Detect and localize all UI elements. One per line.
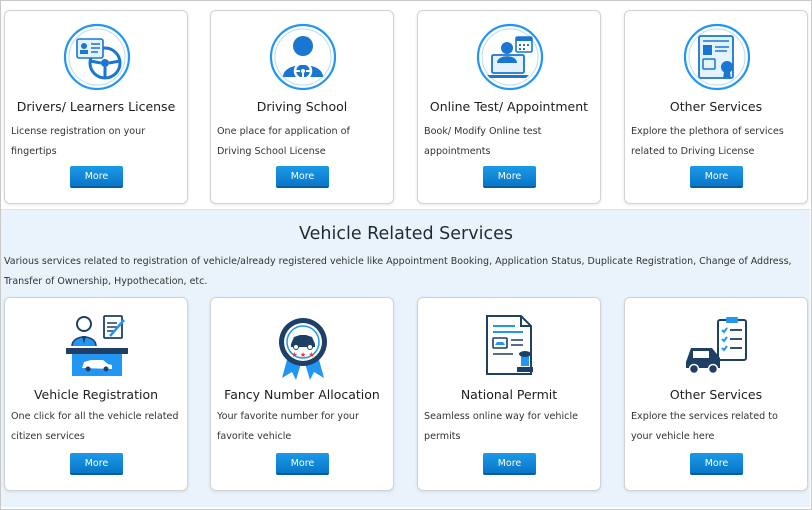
card-title: Driving School [256, 99, 348, 114]
card-description: Seamless online way for vehicle permits [424, 411, 579, 442]
card-description: Book/ Modify Online test appointments [424, 126, 542, 157]
permit-stamp-icon [475, 312, 545, 382]
registration-officer-icon [62, 312, 132, 382]
license-steering-icon [63, 23, 131, 91]
online-test-card: Online Test/ Appointment Book/ Modify On… [417, 10, 601, 204]
card-title: Drivers/ Learners License [16, 99, 176, 114]
vehicle-registration-card: Vehicle Registration One click for all t… [4, 297, 188, 491]
car-badge-icon: ★ ★ ★ [268, 312, 338, 382]
license-other-services-card: Other Services Explore the plethora of s… [624, 10, 808, 204]
license-other-more-button[interactable]: More [690, 166, 743, 188]
driving-school-more-button[interactable]: More [276, 166, 329, 188]
section-title: Vehicle Related Services [299, 224, 513, 244]
card-description: Explore the services related to your veh… [631, 411, 778, 442]
card-title: Other Services [669, 99, 763, 114]
vehicle-other-services-card: Other Services Explore the services rela… [624, 297, 808, 491]
vehicle-registration-more-button[interactable]: More [70, 453, 123, 475]
card-description: Your favorite number for your favorite v… [217, 411, 359, 442]
svg-text:★ ★ ★: ★ ★ ★ [291, 351, 314, 359]
national-permit-more-button[interactable]: More [483, 453, 536, 475]
driving-school-card: Driving School One place for application… [210, 10, 394, 204]
online-test-more-button[interactable]: More [483, 166, 536, 188]
card-description: License registration on your fingertips [11, 126, 146, 157]
card-title: Other Services [669, 387, 763, 402]
fancy-number-more-button[interactable]: More [276, 453, 329, 475]
fancy-number-card: ★ ★ ★ Fancy Number Allocation Your favor… [210, 297, 394, 491]
driver-person-icon [269, 23, 337, 91]
license-card: Drivers/ Learners License License regist… [4, 10, 188, 204]
card-description: One click for all the vehicle related ci… [11, 411, 179, 442]
card-title: Vehicle Registration [33, 387, 159, 402]
card-title: Online Test/ Appointment [429, 99, 589, 114]
vehicle-other-more-button[interactable]: More [690, 453, 743, 475]
car-checklist-icon [682, 312, 752, 382]
license-more-button[interactable]: More [70, 166, 123, 188]
card-description: Explore the plethora of services related… [631, 126, 784, 157]
laptop-calendar-icon [476, 23, 544, 91]
card-description: One place for application of Driving Sch… [217, 126, 350, 157]
certificate-icon [683, 23, 751, 91]
section-description: Various services related to registration… [4, 256, 792, 287]
card-title: Fancy Number Allocation [224, 387, 380, 402]
national-permit-card: National Permit Seamless online way for … [417, 297, 601, 491]
card-title: National Permit [460, 387, 558, 402]
